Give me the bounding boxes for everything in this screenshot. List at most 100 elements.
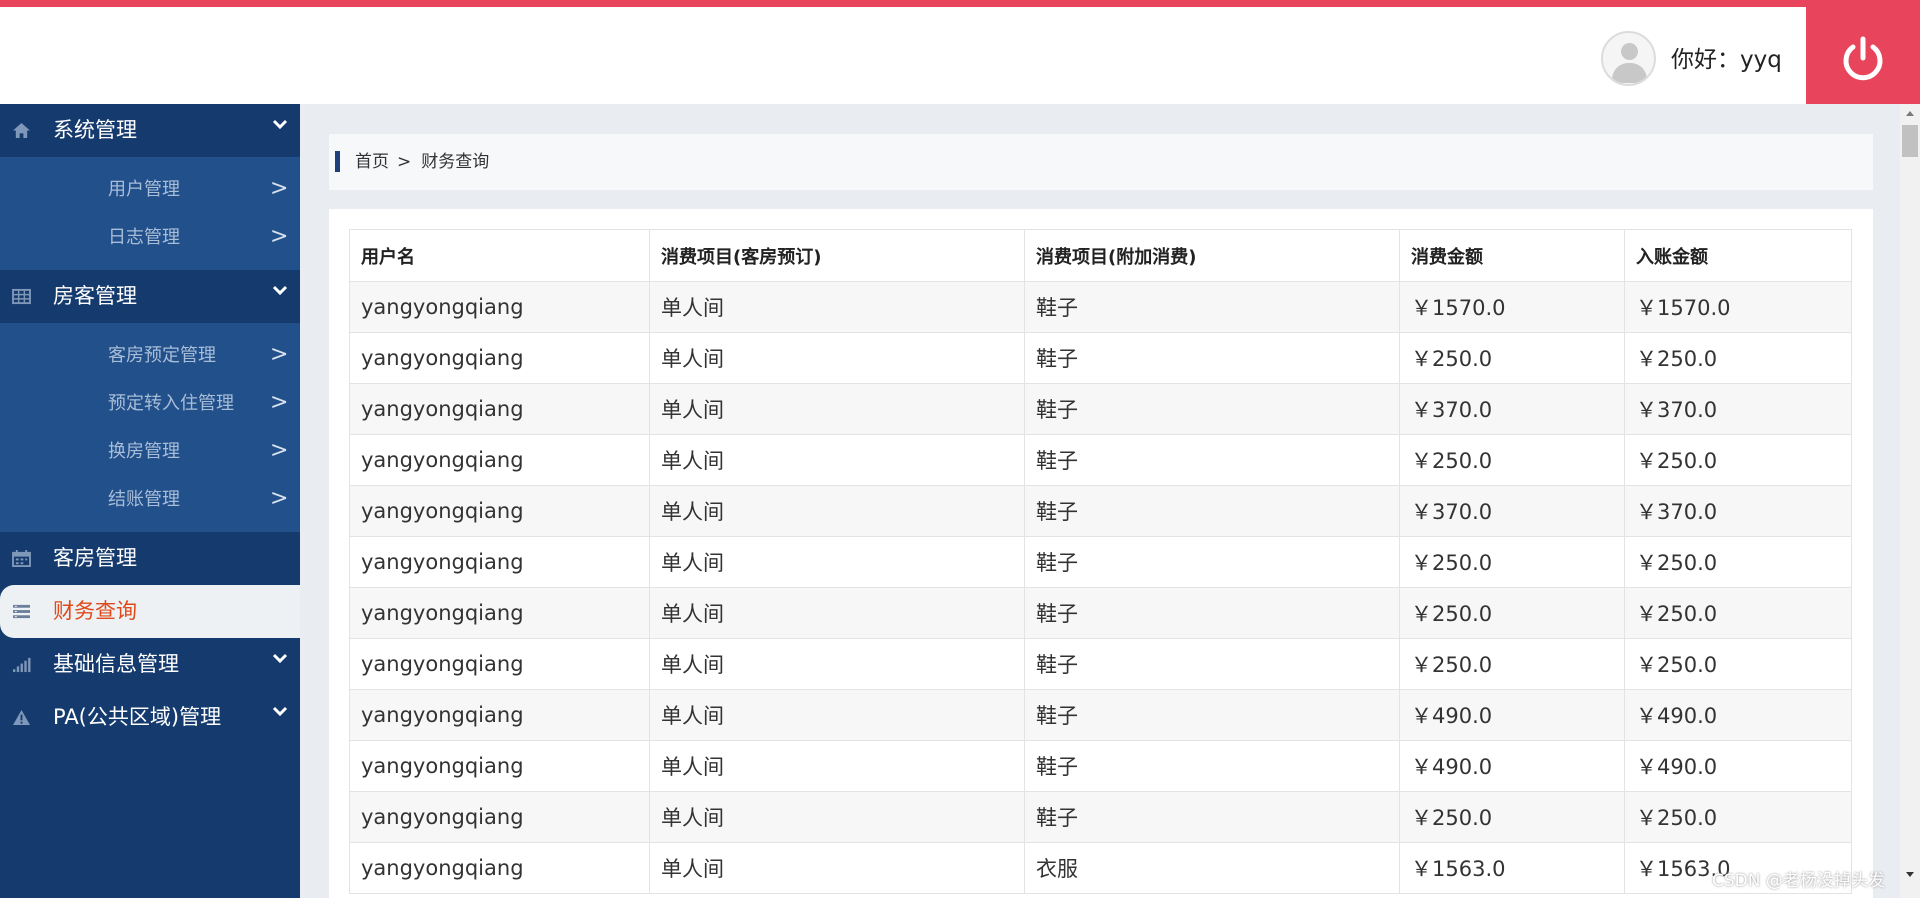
cell-credited: ￥250.0 <box>1624 536 1852 588</box>
home-icon <box>13 122 30 139</box>
table-panel: 用户名 消费项目(客房预订) 消费项目(附加消费) 消费金额 入账金额 yang… <box>329 209 1873 898</box>
table-row: yangyongqiang 单人间 衣服 ￥1563.0 ￥1563.0 <box>349 842 1852 894</box>
cell-amount: ￥250.0 <box>1399 434 1625 486</box>
table-row: yangyongqiang 单人间 鞋子 ￥250.0 ￥250.0 <box>349 434 1852 486</box>
sidebar-item-log-management[interactable]: 日志管理 > <box>0 214 300 262</box>
cell-username: yangyongqiang <box>349 485 650 537</box>
cell-extra-item: 鞋子 <box>1024 281 1400 333</box>
user-avatar[interactable] <box>1601 31 1656 86</box>
breadcrumb: 首页 > 财务查询 <box>329 134 1873 190</box>
column-header-room-item: 消费项目(客房预订) <box>649 229 1025 282</box>
sidebar-item-room-booking[interactable]: 客房预定管理 > <box>0 332 300 380</box>
cell-username: yangyongqiang <box>349 587 650 639</box>
sidebar-group-label: 房客管理 <box>53 284 137 308</box>
warning-icon <box>13 709 30 726</box>
cell-amount: ￥1563.0 <box>1399 842 1625 894</box>
avatar-head-shape <box>1621 43 1638 60</box>
sidebar-group-label: 基础信息管理 <box>53 652 179 676</box>
sidebar-group-label: PA(公共区域)管理 <box>53 705 222 729</box>
table-row: yangyongqiang 单人间 鞋子 ￥250.0 ￥250.0 <box>349 791 1852 843</box>
submenu-guest: 客房预定管理 > 预定转入住管理 > 换房管理 > 结账管理 > <box>0 323 300 532</box>
table-row: yangyongqiang 单人间 鞋子 ￥250.0 ￥250.0 <box>349 332 1852 384</box>
cell-credited: ￥250.0 <box>1624 434 1852 486</box>
table-row: yangyongqiang 单人间 鞋子 ￥490.0 ￥490.0 <box>349 740 1852 792</box>
column-header-username: 用户名 <box>349 229 650 282</box>
cell-room-item: 单人间 <box>649 536 1025 588</box>
cell-amount: ￥250.0 <box>1399 536 1625 588</box>
column-header-extra-item: 消费项目(附加消费) <box>1024 229 1400 282</box>
logout-button[interactable] <box>1806 7 1920 107</box>
cell-room-item: 单人间 <box>649 434 1025 486</box>
cell-credited: ￥250.0 <box>1624 791 1852 843</box>
cell-room-item: 单人间 <box>649 281 1025 333</box>
avatar-body-shape <box>1612 63 1647 83</box>
breadcrumb-current: 财务查询 <box>421 152 490 172</box>
cell-extra-item: 鞋子 <box>1024 689 1400 741</box>
cell-extra-item: 鞋子 <box>1024 536 1400 588</box>
cell-extra-item: 衣服 <box>1024 842 1400 894</box>
sidebar-group-basic-info[interactable]: 基础信息管理 <box>0 638 300 691</box>
chevron-right-icon: > <box>270 224 289 249</box>
scroll-down-icon[interactable] <box>1906 872 1914 877</box>
top-accent-bar <box>0 0 1920 7</box>
cell-username: yangyongqiang <box>349 689 650 741</box>
cell-username: yangyongqiang <box>349 842 650 894</box>
cell-username: yangyongqiang <box>349 536 650 588</box>
cell-extra-item: 鞋子 <box>1024 740 1400 792</box>
cell-extra-item: 鞋子 <box>1024 383 1400 435</box>
sidebar-item-user-management[interactable]: 用户管理 > <box>0 166 300 214</box>
list-icon <box>13 604 30 619</box>
cell-room-item: 单人间 <box>649 842 1025 894</box>
sidebar-group-rooms[interactable]: 客房管理 <box>0 532 300 585</box>
table-row: yangyongqiang 单人间 鞋子 ￥250.0 ￥250.0 <box>349 536 1852 588</box>
sidebar-item-label: 结账管理 <box>108 489 180 510</box>
cell-username: yangyongqiang <box>349 332 650 384</box>
table-row: yangyongqiang 单人间 鞋子 ￥370.0 ￥370.0 <box>349 383 1852 435</box>
cell-username: yangyongqiang <box>349 383 650 435</box>
cell-credited: ￥1570.0 <box>1624 281 1852 333</box>
table-row: yangyongqiang 单人间 鞋子 ￥370.0 ￥370.0 <box>349 485 1852 537</box>
sidebar-item-room-change[interactable]: 换房管理 > <box>0 428 300 476</box>
column-header-amount: 消费金额 <box>1399 229 1625 282</box>
sidebar-item-booking-checkin[interactable]: 预定转入住管理 > <box>0 380 300 428</box>
cell-room-item: 单人间 <box>649 587 1025 639</box>
cell-amount: ￥1570.0 <box>1399 281 1625 333</box>
sidebar-group-public-area[interactable]: PA(公共区域)管理 <box>0 691 300 744</box>
power-icon <box>1843 36 1883 81</box>
cell-credited: ￥370.0 <box>1624 383 1852 435</box>
breadcrumb-home-link[interactable]: 首页 <box>355 152 389 172</box>
finance-table: 用户名 消费项目(客房预订) 消费项目(附加消费) 消费金额 入账金额 yang… <box>349 229 1852 894</box>
cell-room-item: 单人间 <box>649 485 1025 537</box>
cell-extra-item: 鞋子 <box>1024 485 1400 537</box>
signal-icon <box>13 657 31 673</box>
column-header-credited: 入账金额 <box>1624 229 1852 282</box>
table-row: yangyongqiang 单人间 鞋子 ￥250.0 ￥250.0 <box>349 587 1852 639</box>
sidebar-group-guest[interactable]: 房客管理 <box>0 270 300 323</box>
scrollbar-thumb[interactable] <box>1902 125 1918 157</box>
sidebar-group-system[interactable]: 系统管理 <box>0 104 300 157</box>
table-header-row: 用户名 消费项目(客房预订) 消费项目(附加消费) 消费金额 入账金额 <box>349 229 1852 282</box>
scroll-up-icon[interactable] <box>1906 111 1914 116</box>
cell-credited: ￥250.0 <box>1624 587 1852 639</box>
sidebar-item-checkout[interactable]: 结账管理 > <box>0 476 300 524</box>
sidebar-group-label: 财务查询 <box>53 599 137 623</box>
cell-room-item: 单人间 <box>649 383 1025 435</box>
table-row: yangyongqiang 单人间 鞋子 ￥490.0 ￥490.0 <box>349 689 1852 741</box>
sidebar-group-finance[interactable]: 财务查询 <box>0 585 300 638</box>
table-icon <box>12 288 31 305</box>
sidebar-item-label: 预定转入住管理 <box>108 393 234 414</box>
sidebar-item-label: 客房预定管理 <box>108 345 216 366</box>
cell-extra-item: 鞋子 <box>1024 587 1400 639</box>
submenu-system: 用户管理 > 日志管理 > <box>0 157 300 270</box>
chevron-right-icon: > <box>270 176 289 201</box>
sidebar-group-label: 系统管理 <box>53 118 137 142</box>
main-content: 首页 > 财务查询 用户名 消费项目(客房预订) 消费项目(附加消费) 消费金额 入… <box>300 104 1900 898</box>
chevron-right-icon: > <box>270 390 289 415</box>
breadcrumb-separator: > <box>397 152 412 172</box>
vertical-scrollbar[interactable] <box>1900 104 1920 898</box>
cell-room-item: 单人间 <box>649 791 1025 843</box>
chevron-down-icon <box>272 285 288 296</box>
cell-room-item: 单人间 <box>649 332 1025 384</box>
cell-amount: ￥250.0 <box>1399 791 1625 843</box>
cell-credited: ￥370.0 <box>1624 485 1852 537</box>
